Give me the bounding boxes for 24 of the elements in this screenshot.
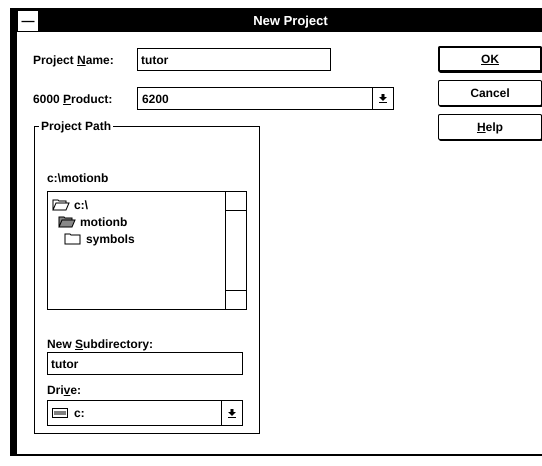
field-label: 6000 Product: — [33, 92, 114, 106]
window-title: New Project — [252, 13, 329, 28]
scroll-bar[interactable] — [225, 192, 246, 309]
field-label: New Subdirectory: — [47, 337, 154, 351]
field-label: Project Name: — [33, 52, 115, 66]
dropdown-arrow-icon — [228, 408, 236, 418]
drive-dropdown[interactable]: c: — [47, 400, 243, 426]
group-title: Project Path — [39, 119, 114, 133]
dialog-button[interactable]: OK — [438, 46, 542, 72]
dropdown-arrow-icon — [379, 94, 387, 103]
field-label: Drive: — [47, 383, 82, 397]
dialog-button[interactable]: Help — [438, 114, 542, 140]
subdirectory-field[interactable]: tutor — [47, 352, 243, 375]
product-dropdown[interactable]: 6200 — [137, 87, 394, 110]
drive-icon — [52, 408, 68, 418]
dialog-button[interactable]: Cancel — [438, 80, 542, 106]
project-name-field[interactable]: tutor — [137, 48, 331, 71]
directory-list[interactable]: c:\ motionb symbols — [47, 191, 247, 310]
system-menu-button[interactable]: — — [17, 10, 39, 32]
directory-name[interactable]: symbols — [86, 232, 135, 246]
directory-name[interactable]: c:\ — [74, 198, 88, 212]
drive-name: c: — [74, 406, 85, 420]
current-path: c:\motionb — [47, 171, 110, 185]
directory-name[interactable]: motionb — [80, 214, 128, 228]
